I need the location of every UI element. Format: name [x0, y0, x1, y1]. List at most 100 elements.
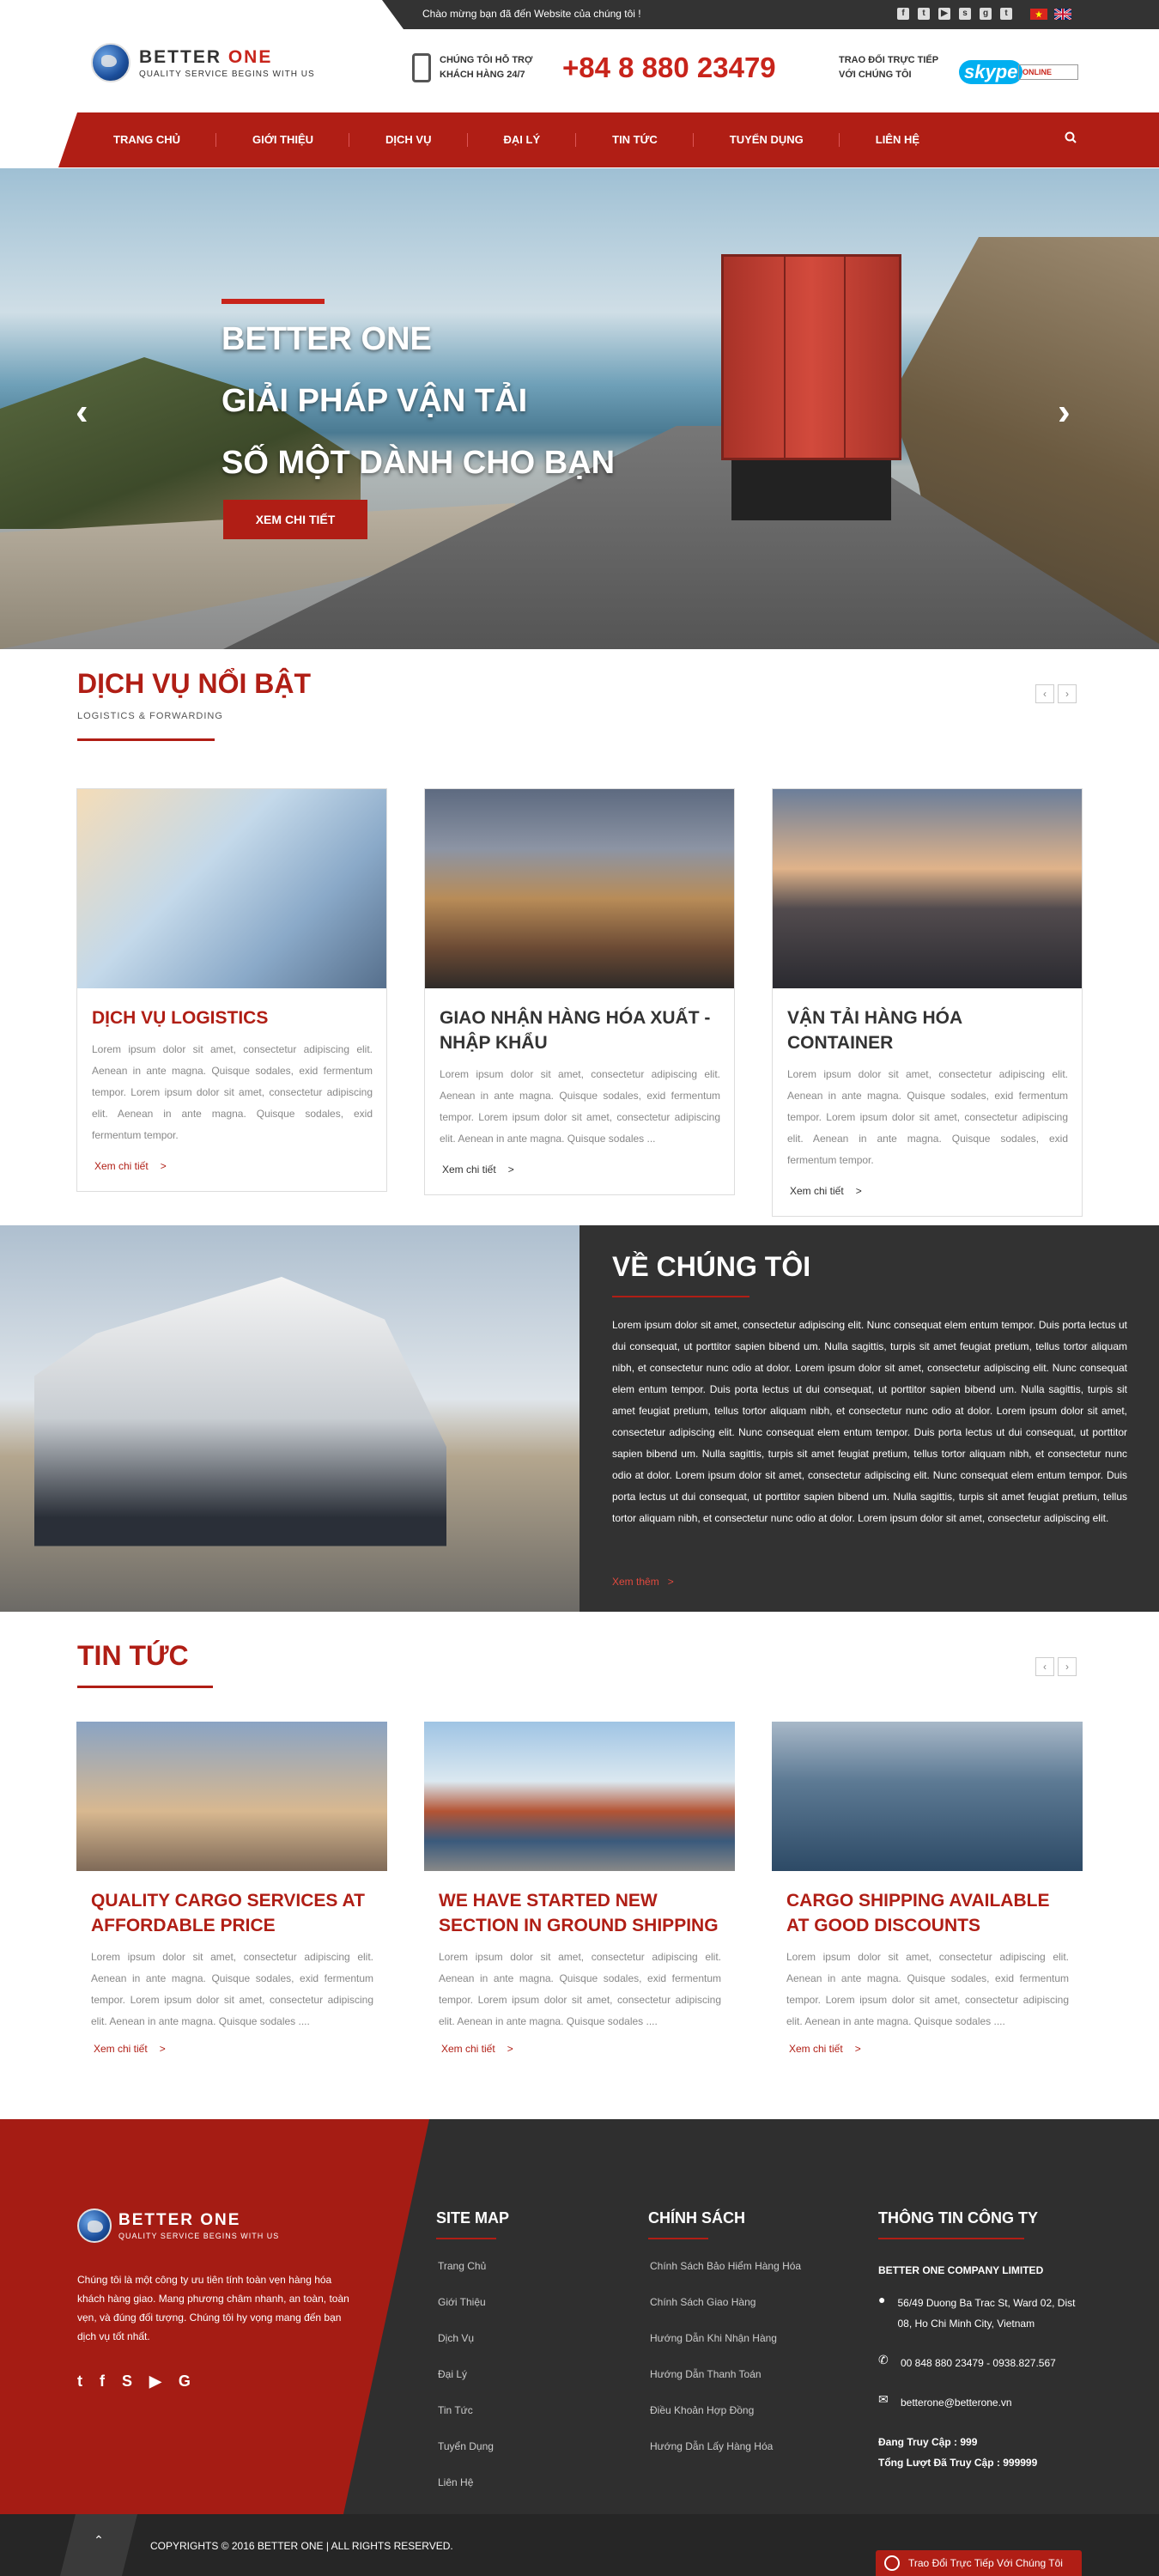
site-logo[interactable]: BETTER ONE QUALITY SERVICE BEGINS WITH U… — [91, 43, 315, 82]
service-card-more-link[interactable]: Xem chi tiết > — [442, 1163, 734, 1176]
nav-item-about[interactable]: GIỚI THIỆU — [216, 112, 350, 167]
service-card-more-link[interactable]: Xem chi tiết > — [94, 1160, 386, 1172]
service-card-title[interactable]: DỊCH VỤ LOGISTICS — [92, 1005, 373, 1030]
tumblr-icon[interactable]: t — [1000, 8, 1012, 20]
about-panel: VỀ CHÚNG TÔI Lorem ipsum dolor sit amet,… — [580, 1225, 1159, 1612]
twitter-icon[interactable]: t — [918, 8, 930, 20]
about-text: Lorem ipsum dolor sit amet, consectetur … — [612, 1319, 1127, 1524]
globe-icon — [91, 43, 130, 82]
footer-link-careers[interactable]: Tuyển Dụng — [436, 2440, 509, 2452]
service-card[interactable]: DỊCH VỤ LOGISTICS Lorem ipsum dolor sit … — [76, 788, 387, 1192]
about-more-link[interactable]: Xem thêm > — [612, 1576, 674, 1588]
online-status-badge[interactable]: ONLINE — [1018, 64, 1078, 80]
hotline-number[interactable]: +84 8 880 23479 — [562, 52, 776, 84]
service-card-more-link[interactable]: Xem chi tiết > — [790, 1185, 1082, 1197]
news-card-more-link[interactable]: Xem chi tiết > — [94, 2043, 387, 2055]
vietnamese-flag-icon[interactable] — [1030, 9, 1047, 20]
search-icon[interactable] — [1065, 131, 1077, 143]
news-image-cargo-ship — [772, 1722, 1083, 1871]
nav-item-careers[interactable]: TUYỂN DỤNG — [694, 112, 840, 167]
footer-policy-link[interactable]: Chính Sách Giao Hàng — [648, 2296, 801, 2308]
company-email[interactable]: betterone@betterone.vn — [901, 2392, 1012, 2413]
service-card[interactable]: VẬN TẢI HÀNG HÓA CONTAINER Lorem ipsum d… — [772, 788, 1083, 1217]
footer-link-about[interactable]: Giới Thiệu — [436, 2296, 509, 2308]
footer-policy-link[interactable]: Hướng Dẫn Thanh Toán — [648, 2368, 801, 2380]
service-card-text: Lorem ipsum dolor sit amet, consectetur … — [92, 1043, 373, 1141]
nav-item-agents[interactable]: ĐẠI LÝ — [468, 112, 577, 167]
news-card-text: Lorem ipsum dolor sit amet, consectetur … — [439, 1951, 721, 2027]
news-card-more-link[interactable]: Xem chi tiết > — [789, 2043, 1083, 2055]
services-pager: ‹ › — [1035, 684, 1077, 703]
nav-item-news[interactable]: TIN TỨC — [576, 112, 694, 167]
news-next-button[interactable]: › — [1058, 1657, 1077, 1676]
footer-social-icons: t f S ▶ G — [77, 2372, 191, 2391]
top-bar: Chào mừng bạn đã đến Website của chúng t… — [0, 0, 1159, 29]
news-card-title[interactable]: WE HAVE STARTED NEW SECTION IN GROUND SH… — [439, 1888, 721, 1938]
back-to-top-button[interactable]: ⌃ — [60, 2514, 137, 2576]
nav-item-contact[interactable]: LIÊN HỆ — [840, 112, 956, 167]
footer-link-agents[interactable]: Đại Lý — [436, 2368, 509, 2380]
footer-link-news[interactable]: Tin Tức — [436, 2404, 509, 2416]
company-info-title: THÔNG TIN CÔNG TY — [878, 2209, 1038, 2227]
skype-icon[interactable]: s — [959, 8, 971, 20]
logo-title: BETTER ONE — [139, 46, 273, 67]
skype-icon[interactable]: S — [122, 2372, 132, 2391]
footer-policy-link[interactable]: Hướng Dẫn Lấy Hàng Hóa — [648, 2440, 801, 2452]
footer-logo[interactable]: BETTER ONE QUALITY SERVICE BEGINS WITH U… — [77, 2208, 279, 2243]
live-chat-button[interactable]: Trao Đổi Trực Tiếp Với Chúng Tôi — [876, 2550, 1082, 2576]
facebook-icon[interactable]: f — [897, 8, 909, 20]
hero-detail-button[interactable]: XEM CHI TIẾT — [223, 500, 367, 539]
service-card-title[interactable]: VẬN TẢI HÀNG HÓA CONTAINER — [787, 1005, 1068, 1055]
twitter-icon[interactable]: t — [77, 2372, 82, 2391]
footer-link-services[interactable]: Dịch Vụ — [436, 2332, 509, 2344]
news-card-title[interactable]: QUALITY CARGO SERVICES AT AFFORDABLE PRI… — [91, 1888, 373, 1938]
services-next-button[interactable]: › — [1058, 684, 1077, 703]
english-flag-icon[interactable] — [1054, 9, 1071, 20]
top-social-icons: f t ▶ s g t — [897, 8, 1012, 20]
email-row: ✉ betterone@betterone.vn — [878, 2392, 1084, 2413]
address-row: ● 56/49 Duong Ba Trac St, Ward 02, Dist 0… — [878, 2293, 1084, 2334]
google-plus-icon[interactable]: g — [980, 8, 992, 20]
chat-icon — [884, 2555, 900, 2571]
news-card-text: Lorem ipsum dolor sit amet, consectetur … — [91, 1951, 373, 2027]
main-nav: TRANG CHỦ GIỚI THIỆU DỊCH VỤ ĐẠI LÝ TIN … — [58, 112, 1159, 167]
news-card[interactable]: QUALITY CARGO SERVICES AT AFFORDABLE PRI… — [76, 1722, 387, 2074]
services-underline — [77, 738, 215, 741]
footer-bottom-bar: ⌃ COPYRIGHTS © 2016 BETTER ONE | ALL RIG… — [0, 2514, 1159, 2576]
mobile-phone-icon — [412, 53, 431, 82]
footer-link-contact[interactable]: Liên Hệ — [436, 2476, 509, 2488]
footer-link-home[interactable]: Trang Chủ — [436, 2260, 509, 2272]
news-card-more-link[interactable]: Xem chi tiết > — [441, 2043, 735, 2055]
footer-policy-link[interactable]: Điều Khoản Hợp Đồng — [648, 2404, 801, 2416]
footer-sitemap: SITE MAP Trang Chủ Giới Thiệu Dịch Vụ Đạ… — [436, 2209, 509, 2512]
nav-item-home[interactable]: TRANG CHỦ — [77, 112, 216, 167]
about-title: VỀ CHÚNG TÔI — [612, 1251, 811, 1282]
company-phone[interactable]: 00 848 880 23479 - 0938.827.567 — [901, 2353, 1056, 2373]
news-prev-button[interactable]: ‹ — [1035, 1657, 1054, 1676]
footer-policy-link[interactable]: Hướng Dẫn Khi Nhận Hàng — [648, 2332, 801, 2344]
support-line1: CHÚNG TÔI HỖ TRỢ — [440, 55, 533, 65]
footer-logo-tagline: QUALITY SERVICE BEGINS WITH US — [118, 2232, 280, 2240]
facebook-icon[interactable]: f — [100, 2372, 105, 2391]
hero-line-2: GIẢI PHÁP VẬN TẢI — [221, 383, 528, 419]
youtube-icon[interactable]: ▶ — [938, 8, 950, 20]
service-card[interactable]: GIAO NHẬN HÀNG HÓA XUẤT - NHẬP KHẨU Lore… — [424, 788, 735, 1195]
footer-policy-link[interactable]: Chính Sách Bảo Hiểm Hàng Hóa — [648, 2260, 801, 2272]
news-card[interactable]: CARGO SHIPPING AVAILABLE AT GOOD DISCOUN… — [772, 1722, 1083, 2074]
services-prev-button[interactable]: ‹ — [1035, 684, 1054, 703]
footer-policy: CHÍNH SÁCH Chính Sách Bảo Hiểm Hàng Hóa … — [648, 2209, 801, 2476]
youtube-icon[interactable]: ▶ — [149, 2372, 161, 2391]
google-icon[interactable]: G — [179, 2372, 191, 2391]
hero-prev-arrow-icon[interactable]: ‹ — [76, 393, 88, 431]
nav-item-services[interactable]: DỊCH VỤ — [349, 112, 468, 167]
service-card-image-logistics — [77, 789, 386, 988]
hero-line-1: BETTER ONE — [221, 321, 432, 357]
sitemap-title: SITE MAP — [436, 2209, 510, 2227]
hero-next-arrow-icon[interactable]: › — [1058, 393, 1071, 431]
online-count: Đang Truy Cập : 999 — [878, 2436, 978, 2448]
service-card-title[interactable]: GIAO NHẬN HÀNG HÓA XUẤT - NHẬP KHẨU — [440, 1005, 720, 1055]
language-switcher — [1030, 9, 1071, 20]
news-card[interactable]: WE HAVE STARTED NEW SECTION IN GROUND SH… — [424, 1722, 735, 2074]
skype-button[interactable]: skype — [959, 60, 1023, 84]
news-card-title[interactable]: CARGO SHIPPING AVAILABLE AT GOOD DISCOUN… — [786, 1888, 1069, 1938]
